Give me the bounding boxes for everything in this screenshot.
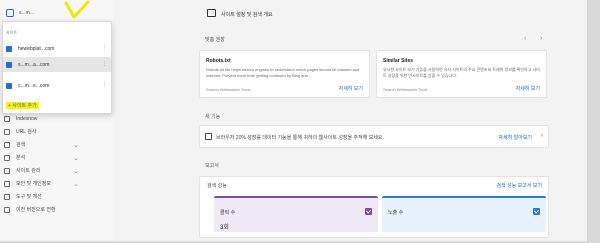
card-source: Search Webmaster Tools — [383, 87, 428, 92]
chevron-down-icon: ⌄ — [73, 155, 79, 162]
news-learn-more-link[interactable]: 자세히 알아보기 — [498, 134, 532, 141]
panel-title: 검색 성능 — [207, 183, 227, 189]
card-source: Search Webmaster Tools — [206, 87, 251, 92]
add-site-button[interactable]: + 사이트 추가 — [6, 102, 39, 109]
sidebar-item-label: URL 검사 — [16, 129, 37, 135]
recommendations-label: 맞춤 권장 — [205, 37, 225, 43]
chevron-down-icon: ⌄ — [73, 181, 79, 188]
card-body: Robots.txt file helps search engines to … — [206, 67, 360, 78]
more-icon[interactable]: ⋮ — [102, 61, 107, 67]
more-icon[interactable]: ⋮ — [102, 45, 107, 51]
search-icon — [4, 141, 10, 148]
sidebar-item-analytics[interactable]: 분석 ⌄ — [0, 151, 113, 164]
news-banner[interactable]: 브라우저 20% 성장률 데이터 기능을 통해 귀하의 웹사이트 성장을 추적해… — [199, 125, 549, 148]
tile-label: 클릭 수 — [220, 210, 236, 216]
sidebar-item-label: 이전 버전으로 전환 — [16, 207, 56, 213]
shield-icon — [4, 180, 10, 187]
prev-arrow-icon[interactable]: ‹ — [524, 35, 526, 42]
sparkle-icon — [205, 133, 212, 140]
recommendation-card-similar-sites[interactable]: Similar Sites 유사한 사이트 보기 기능을 사용하면 유사 사이트… — [376, 50, 547, 98]
switch-icon — [4, 206, 10, 213]
dropdown-caption: 사이트 — [6, 30, 18, 35]
page-title: 사이트 설정 및 검색 개요 — [221, 12, 273, 18]
sidebar-item-label: 사이트 관리 — [16, 168, 41, 174]
site-icon — [6, 61, 12, 68]
site-option-label: c...m...e...com — [18, 82, 50, 89]
sidebar-item-label: 검색 — [16, 142, 26, 148]
url-inspection-icon — [4, 128, 10, 135]
site-switcher[interactable]: s...m... — [6, 9, 34, 17]
reports-label: 보고서 — [205, 163, 219, 169]
site-option[interactable]: hewebplat...com ⋮ — [3, 41, 111, 56]
view-report-link[interactable]: 검색 성능 보고서 보기 — [496, 182, 542, 189]
clicks-tile[interactable]: 클릭 수 3회 — [214, 196, 378, 232]
sidebar-item-url-inspection[interactable]: URL 검사 — [0, 125, 113, 138]
page-header: 사이트 설정 및 검색 개요 — [113, 0, 588, 31]
more-icon[interactable]: ⋮ — [102, 82, 107, 88]
sidebar-item-site-management[interactable]: 사이트 관리 ⌄ — [0, 164, 113, 177]
sidebar-item-label: 보안 및 개인정보 — [16, 181, 51, 187]
analytics-icon — [4, 154, 10, 161]
site-logo-icon — [6, 9, 14, 17]
tile-value: 3회 — [220, 225, 229, 231]
site-icon — [6, 82, 12, 89]
sidebar-item-legacy[interactable]: 이전 버전으로 전환 — [0, 203, 113, 216]
sidebar-nav: Indexnow URL 검사 검색 ⌄ 분석 ⌄ 사이트 관리 ⌄ 보안 및 … — [0, 112, 113, 216]
news-label: 새 기능 — [205, 114, 221, 120]
news-text: 브라우저 20% 성장률 데이터 기능을 통해 귀하의 웹사이트 성장을 추적해… — [216, 135, 384, 141]
impressions-tile[interactable]: 노출 수 — [382, 196, 546, 232]
sidebar-item-security[interactable]: 보안 및 개인정보 ⌄ — [0, 177, 113, 190]
checkbox-icon[interactable] — [365, 208, 372, 215]
sidebar-item-tools[interactable]: 도구 및 개선 — [0, 190, 113, 203]
annotation-checkmark-icon — [64, 0, 90, 19]
sidebar-item-label: Indexnow — [16, 115, 38, 122]
site-icon — [6, 45, 12, 52]
search-performance-panel: 검색 성능 검색 성능 보고서 보기 클릭 수 3회 노출 수 — [199, 176, 549, 238]
card-body: 유사한 사이트 보기 기능을 사용하면 유사 사이트의 주요 콘텐츠와 트래픽 … — [383, 67, 540, 78]
indexnow-icon — [4, 115, 10, 122]
learn-more-link[interactable]: 자세히 보기 — [516, 85, 540, 92]
recommendation-card-robots[interactable]: Robots.txt Robots.txt file helps search … — [199, 50, 370, 98]
sidebar-item-label: 분석 — [16, 155, 26, 161]
card-title: Similar Sites — [383, 58, 414, 64]
site-option[interactable]: c...m...e...com ⋮ — [3, 78, 111, 93]
next-arrow-icon[interactable]: › — [540, 35, 542, 42]
chevron-down-icon: ⌄ — [73, 142, 79, 149]
dashboard-icon — [207, 9, 216, 17]
chevron-down-icon: ⌄ — [73, 168, 79, 175]
sidebar-item-label: 도구 및 개선 — [16, 194, 42, 200]
tile-label: 노출 수 — [388, 210, 404, 216]
site-option-label: s...m...a...com — [18, 61, 50, 68]
site-select-label: s...m... — [19, 10, 34, 16]
site-dropdown: 사이트 hewebplat...com ⋮ s...m...a...com ⋮ … — [2, 21, 112, 114]
sidebar-item-search[interactable]: 검색 ⌄ — [0, 138, 113, 151]
site-option-selected[interactable]: s...m...a...com ⋮ — [3, 57, 111, 72]
checkbox-icon[interactable] — [533, 208, 540, 215]
site-option-label: hewebplat...com — [18, 45, 55, 52]
settings-icon — [4, 167, 10, 174]
chevron-right-icon[interactable]: › — [541, 132, 543, 139]
card-title: Robots.txt — [206, 58, 231, 64]
learn-more-link[interactable]: 자세히 보기 — [339, 85, 363, 92]
app-window: s...m... Indexnow URL 검사 검색 ⌄ 분석 ⌄ 사이트 관… — [0, 0, 588, 241]
tools-icon — [4, 193, 10, 200]
